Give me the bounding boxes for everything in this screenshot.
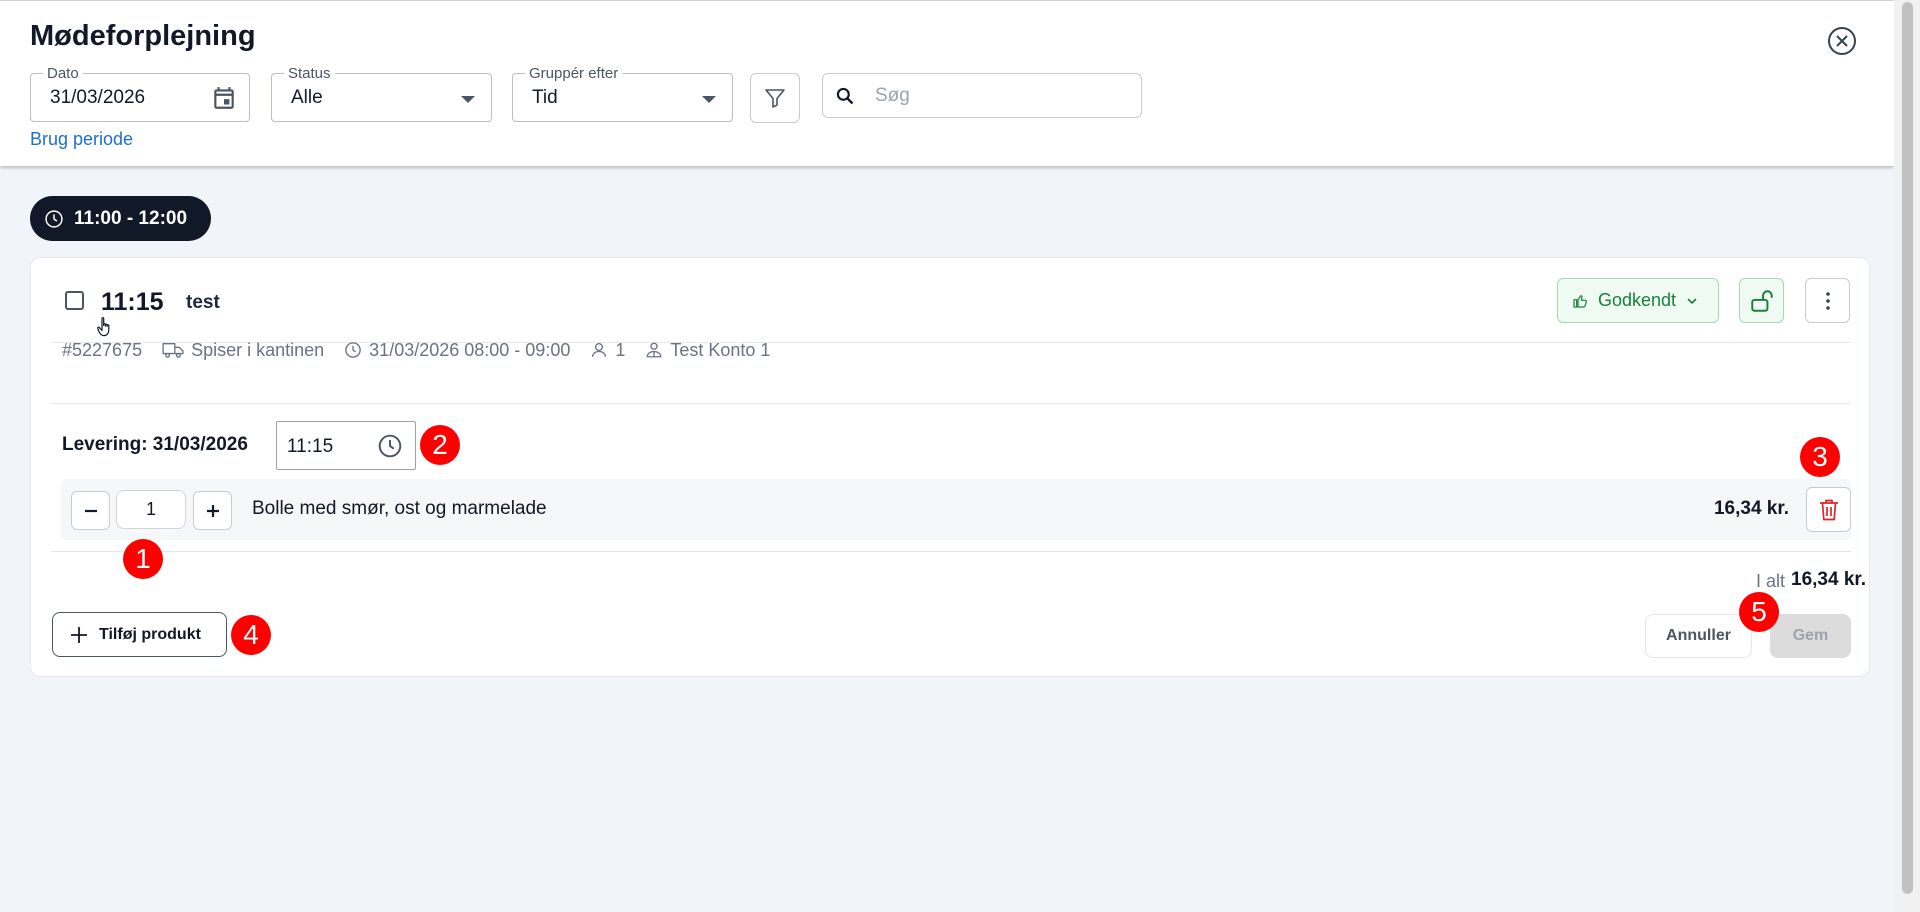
truck-icon	[162, 343, 184, 358]
more-vertical-icon	[1825, 291, 1830, 310]
clock-icon[interactable]	[377, 433, 403, 464]
approval-status-label: Godkendt	[1598, 290, 1677, 310]
delivery-time-value[interactable]: 11:15	[287, 436, 333, 458]
order-select-checkbox[interactable]	[65, 291, 84, 310]
order-persons-text: 1	[615, 339, 626, 360]
divider	[51, 403, 1851, 404]
delivery-time-input[interactable]: 11:15	[276, 421, 416, 470]
filter-icon	[765, 89, 785, 108]
decrease-quantity-button[interactable]	[71, 491, 110, 530]
page-title: Mødeforplejning	[30, 20, 256, 52]
annotation-marker-1: 1	[123, 539, 163, 579]
total-label: I alt	[1755, 571, 1785, 591]
header: Mødeforplejning Dato 31/03/2026 Status A…	[0, 1, 1894, 166]
total-value: 16,34 kr.	[1791, 569, 1867, 590]
cancel-button[interactable]: Annuller	[1645, 614, 1752, 658]
close-icon	[1836, 35, 1848, 47]
unlock-icon	[1750, 289, 1773, 312]
order-account: Test Konto 1	[645, 340, 770, 361]
plus-icon	[71, 626, 87, 643]
order-id: #5227675	[62, 339, 143, 360]
group-by-select[interactable]: Gruppér efter Tid	[512, 65, 733, 122]
group-by-select-label: Gruppér efter	[525, 65, 623, 82]
add-product-label: Tilføj produkt	[99, 625, 201, 643]
divider	[51, 551, 1851, 552]
search-input[interactable]	[875, 82, 1125, 110]
time-slot-label: 11:00 - 12:00	[74, 207, 188, 229]
clock-icon	[45, 209, 63, 228]
order-persons: 1	[590, 340, 625, 361]
date-field[interactable]: Dato 31/03/2026	[30, 65, 250, 122]
more-options-button[interactable]	[1805, 278, 1850, 323]
status-select[interactable]: Status Alle	[271, 65, 492, 122]
filter-button[interactable]	[750, 73, 800, 123]
annotation-marker-4: 4	[231, 615, 271, 655]
approval-status-button[interactable]: Godkendt	[1557, 278, 1719, 323]
order-card: 11:15 test Godkendt #5227675 Spiser i ka…	[30, 257, 1870, 677]
dropdown-caret-icon	[702, 96, 716, 103]
use-period-link[interactable]: Brug periode	[30, 129, 133, 150]
dropdown-caret-icon	[461, 96, 475, 103]
plus-icon	[206, 504, 219, 517]
thumbs-up-icon	[1573, 294, 1587, 308]
order-location: Spiser i kantinen	[162, 340, 324, 361]
order-name: test	[186, 292, 220, 313]
order-meta: #5227675 Spiser i kantinen 31/03/2026 08…	[62, 338, 790, 362]
clock-icon	[345, 342, 361, 358]
app-window: Mødeforplejning Dato 31/03/2026 Status A…	[0, 0, 1894, 912]
order-account-text: Test Konto 1	[670, 339, 771, 360]
time-slot-chip: 11:00 - 12:00	[30, 196, 211, 241]
annotation-marker-2: 2	[420, 425, 460, 465]
search-icon	[835, 86, 855, 111]
delete-product-button[interactable]	[1806, 487, 1851, 532]
annotation-marker-5: 5	[1739, 592, 1779, 632]
trash-icon	[1819, 499, 1838, 520]
chevron-down-icon	[1687, 297, 1697, 304]
close-button[interactable]	[1828, 27, 1856, 55]
status-select-value: Alle	[291, 87, 323, 108]
delivery-label: Levering: 31/03/2026	[62, 434, 248, 455]
add-product-button[interactable]: Tilføj produkt	[52, 612, 227, 657]
unlock-button[interactable]	[1739, 278, 1784, 323]
order-location-text: Spiser i kantinen	[191, 339, 325, 360]
annotation-marker-3: 3	[1800, 437, 1840, 477]
calendar-icon[interactable]	[211, 85, 237, 116]
product-name: Bolle med smør, ost og marmelade	[252, 498, 547, 519]
scrollbar-thumb[interactable]	[1902, 2, 1913, 894]
minus-icon	[84, 509, 97, 512]
group-by-select-value: Tid	[532, 87, 558, 108]
quantity-input[interactable]	[116, 490, 186, 529]
person-icon	[592, 342, 607, 357]
account-icon	[646, 342, 662, 358]
order-datetime-text: 31/03/2026 08:00 - 09:00	[369, 339, 571, 360]
order-datetime: 31/03/2026 08:00 - 09:00	[344, 340, 570, 361]
product-price: 16,34 kr.	[1713, 498, 1789, 519]
order-time: 11:15	[101, 288, 164, 316]
date-field-value[interactable]: 31/03/2026	[50, 87, 145, 109]
product-row: Bolle med smør, ost og marmelade 16,34 k…	[61, 479, 1851, 540]
increase-quantity-button[interactable]	[193, 491, 232, 530]
status-select-label: Status	[284, 65, 335, 82]
save-button[interactable]: Gem	[1770, 614, 1851, 658]
date-field-label: Dato	[43, 65, 83, 82]
search-box	[822, 73, 1142, 118]
